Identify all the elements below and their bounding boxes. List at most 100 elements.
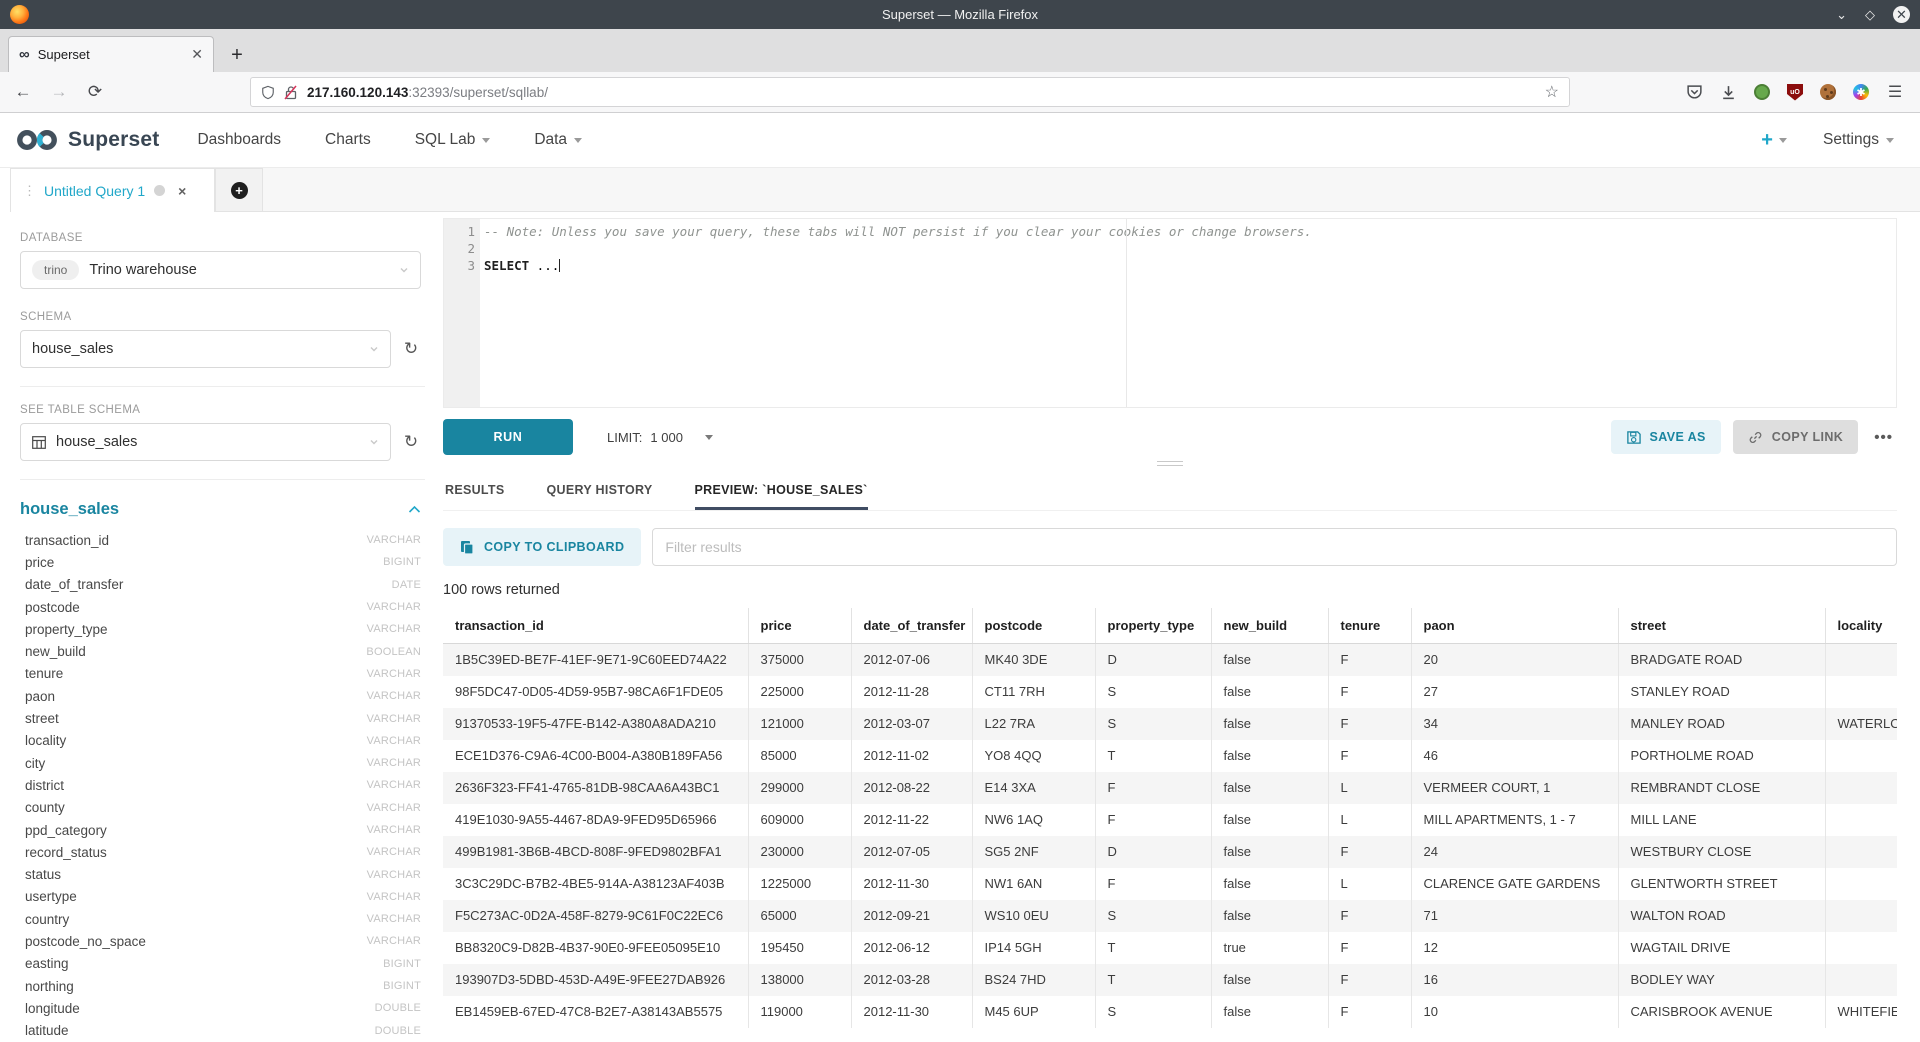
nav-dashboards[interactable]: Dashboards — [197, 131, 281, 149]
schema-column[interactable]: new_buildBOOLEAN — [25, 640, 421, 662]
ublock-origin-icon[interactable]: uO — [1787, 84, 1803, 101]
new-tab-button[interactable]: + — [220, 38, 254, 72]
collapse-chevron-icon[interactable] — [408, 505, 421, 514]
table-cell: false — [1211, 996, 1328, 1028]
window-minimize-icon[interactable]: ⌄ — [1836, 8, 1847, 21]
query-tab-title[interactable]: Untitled Query 1 — [44, 183, 145, 199]
column-name: country — [25, 912, 69, 927]
browser-tab[interactable]: ∞ Superset ✕ — [8, 36, 214, 72]
table-row: F5C273AC-0D2A-458F-8279-9C61F0C22EC66500… — [443, 900, 1897, 932]
nav-charts[interactable]: Charts — [325, 131, 371, 149]
column-header[interactable]: street — [1618, 608, 1825, 644]
table-cell: E14 3XA — [972, 772, 1095, 804]
nav-data[interactable]: Data — [534, 131, 582, 149]
filter-results-input[interactable] — [652, 528, 1897, 566]
bookmark-star-icon[interactable]: ☆ — [1545, 82, 1559, 102]
table-cell: 1B5C39ED-BE7F-41EF-9E71-9C60EED74A22 — [443, 644, 748, 676]
schema-column[interactable]: usertypeVARCHAR — [25, 886, 421, 908]
column-header[interactable]: price — [748, 608, 851, 644]
schema-column[interactable]: districtVARCHAR — [25, 774, 421, 796]
query-tab-close-icon[interactable]: × — [178, 183, 186, 199]
new-query-tab-button[interactable]: + — [215, 168, 263, 212]
column-header[interactable]: new_build — [1211, 608, 1328, 644]
sql-editor[interactable]: 1 2 3 -- Note: Unless you save your quer… — [443, 218, 1897, 408]
privacy-badger-icon[interactable] — [1754, 84, 1770, 100]
back-button[interactable]: ← — [12, 82, 34, 102]
refresh-schemas-icon[interactable]: ↻ — [401, 339, 421, 359]
table-select[interactable]: house_sales — [20, 423, 391, 461]
schema-column[interactable]: postcode_no_spaceVARCHAR — [25, 930, 421, 952]
tab-results[interactable]: RESULTS — [445, 483, 505, 510]
tab-preview[interactable]: PREVIEW: `HOUSE_SALES` — [695, 483, 868, 510]
reload-button[interactable]: ⟳ — [84, 82, 106, 102]
column-header[interactable]: postcode — [972, 608, 1095, 644]
schema-column[interactable]: priceBIGINT — [25, 551, 421, 573]
table-cell: 2012-11-30 — [851, 868, 972, 900]
schema-column[interactable]: latitudeDOUBLE — [25, 1020, 421, 1042]
limit-dropdown[interactable]: LIMIT: 1 000 — [607, 430, 713, 445]
tab-close-icon[interactable]: ✕ — [191, 46, 203, 63]
cookie-extension-icon[interactable] — [1820, 84, 1836, 100]
column-header[interactable]: date_of_transfer — [851, 608, 972, 644]
column-header[interactable]: paon — [1411, 608, 1618, 644]
chevron-down-icon — [369, 344, 379, 354]
copy-link-button[interactable]: COPY LINK — [1733, 420, 1858, 454]
schema-column[interactable]: record_statusVARCHAR — [25, 841, 421, 863]
table-name-link[interactable]: house_sales — [20, 500, 119, 519]
schema-column[interactable]: transaction_idVARCHAR — [25, 529, 421, 551]
schema-column[interactable]: property_typeVARCHAR — [25, 618, 421, 640]
refresh-tables-icon[interactable]: ↻ — [401, 432, 421, 452]
more-actions-button[interactable]: ••• — [1870, 429, 1897, 446]
address-bar[interactable]: 217.160.120.143:32393/superset/sqllab/ ☆ — [250, 77, 1570, 107]
schema-column[interactable]: statusVARCHAR — [25, 863, 421, 885]
window-close-icon[interactable]: ✕ — [1893, 6, 1910, 23]
schema-column[interactable]: eastingBIGINT — [25, 953, 421, 975]
schema-column[interactable]: countryVARCHAR — [25, 908, 421, 930]
run-button[interactable]: RUN — [443, 419, 573, 455]
consent-extension-icon[interactable] — [1853, 84, 1869, 100]
query-tab[interactable]: ⋮ Untitled Query 1 × — [10, 168, 215, 212]
schema-column[interactable]: date_of_transferDATE — [25, 574, 421, 596]
save-as-button[interactable]: SAVE AS — [1611, 420, 1721, 454]
schema-select[interactable]: house_sales — [20, 330, 391, 368]
drag-handle-icon[interactable]: ⋮ — [23, 183, 35, 199]
table-cell: F — [1328, 708, 1411, 740]
downloads-icon[interactable] — [1720, 84, 1737, 101]
table-cell: 193907D3-5DBD-453D-A49E-9FEE27DAB926 — [443, 964, 748, 996]
schema-column[interactable]: ppd_categoryVARCHAR — [25, 819, 421, 841]
table-cell: WAGTAIL DRIVE — [1618, 932, 1825, 964]
schema-column[interactable]: northingBIGINT — [25, 975, 421, 997]
schema-column[interactable]: streetVARCHAR — [25, 707, 421, 729]
copy-to-clipboard-button[interactable]: COPY TO CLIPBOARD — [443, 528, 641, 566]
table-cell: F — [1328, 644, 1411, 676]
pane-resize-handle[interactable] — [443, 457, 1897, 470]
schema-column[interactable]: postcodeVARCHAR — [25, 596, 421, 618]
add-new-button[interactable]: + — [1761, 129, 1787, 152]
column-header[interactable]: tenure — [1328, 608, 1411, 644]
column-header[interactable]: transaction_id — [443, 608, 748, 644]
database-select[interactable]: trino Trino warehouse — [20, 251, 421, 289]
editor-code[interactable]: -- Note: Unless you save your query, the… — [480, 219, 1896, 407]
menu-icon[interactable]: ☰ — [1886, 83, 1904, 101]
url-text[interactable]: 217.160.120.143:32393/superset/sqllab/ — [307, 85, 1536, 100]
pocket-icon[interactable] — [1686, 84, 1703, 101]
tab-query-history[interactable]: QUERY HISTORY — [547, 483, 653, 510]
column-header[interactable]: property_type — [1095, 608, 1211, 644]
table-cell: 138000 — [748, 964, 851, 996]
table-schema-header[interactable]: house_sales — [20, 500, 421, 519]
window-maximize-icon[interactable]: ◇ — [1865, 8, 1875, 21]
chevron-down-icon — [574, 138, 582, 143]
tracking-shield-icon[interactable] — [261, 85, 275, 100]
schema-column[interactable]: countyVARCHAR — [25, 797, 421, 819]
column-header[interactable]: locality — [1825, 608, 1897, 644]
settings-menu[interactable]: Settings — [1823, 131, 1894, 149]
nav-sql-lab[interactable]: SQL Lab — [415, 131, 491, 149]
superset-brand[interactable]: Superset — [14, 127, 159, 153]
schema-column[interactable]: paonVARCHAR — [25, 685, 421, 707]
schema-column[interactable]: longitudeDOUBLE — [25, 997, 421, 1019]
insecure-lock-icon[interactable] — [284, 85, 298, 100]
schema-column[interactable]: tenureVARCHAR — [25, 663, 421, 685]
schema-column[interactable]: localityVARCHAR — [25, 730, 421, 752]
column-name: district — [25, 778, 64, 793]
schema-column[interactable]: cityVARCHAR — [25, 752, 421, 774]
